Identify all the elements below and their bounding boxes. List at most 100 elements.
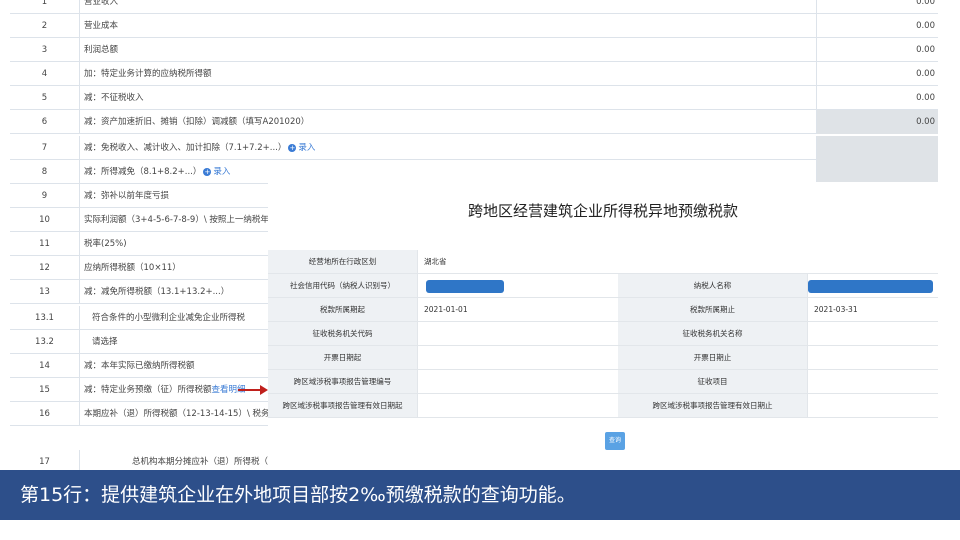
table-row: 2 营业成本 0.00 xyxy=(10,14,938,38)
row-number: 3 xyxy=(10,38,80,62)
redacted-taxpayer-name xyxy=(808,280,933,293)
row-value: 0.00 xyxy=(816,14,938,38)
row-value xyxy=(816,160,938,184)
row-number: 5 xyxy=(10,86,80,110)
label-valid-end: 跨区域涉税事项报告管理有效日期止 xyxy=(618,394,808,418)
row-label: 减：弥补以前年度亏损 xyxy=(84,184,169,208)
row-label-text: 减：弥补以前年度亏损 xyxy=(84,191,170,201)
row-number: 7 xyxy=(10,136,80,160)
row-label: 营业收入 xyxy=(84,0,118,14)
levy-item-input[interactable] xyxy=(808,370,938,394)
row-number: 14 xyxy=(10,354,80,378)
row-label: 减：不征税收入 xyxy=(84,86,144,110)
row-label: 减：本年实际已缴纳所得税额 xyxy=(84,354,195,378)
table-row: 7 减：免税收入、减计收入、加计扣除（7.1+7.2+...） + 录入 xyxy=(10,136,938,160)
redacted-credit-code xyxy=(426,280,504,293)
label-credit-code: 社会信用代码（纳税人识别号） xyxy=(268,274,418,298)
row-value: 0.00 xyxy=(816,86,938,110)
row-label: 实际利润额（3+4-5-6-7-8-9）\ 按照上一纳税年度 xyxy=(84,208,277,232)
table-row: 1 营业收入 0.00 xyxy=(10,0,938,14)
row-value xyxy=(816,136,938,160)
row-label-text: 营业收入 xyxy=(84,0,119,7)
row-value: 0.00 xyxy=(816,38,938,62)
row-link[interactable]: 录入 xyxy=(213,167,230,177)
period-end-input[interactable]: 2021-03-31 xyxy=(808,298,938,322)
prepaid-tax-query-panel: 跨地区经营建筑企业所得税异地预缴税款 经营地所在行政区划 湖北省 社会信用代码（… xyxy=(268,182,938,460)
row-label: 税率(25%) xyxy=(84,232,127,256)
row-label: 减：免税收入、减计收入、加计扣除（7.1+7.2+...） + 录入 xyxy=(84,136,315,160)
plus-icon[interactable]: + xyxy=(203,167,212,176)
row-number: 13.1 xyxy=(10,306,80,330)
row-label-text: 减：所得减免（8.1+8.2+...） xyxy=(84,167,202,177)
table-row: 3 利润总额 0.00 xyxy=(10,38,938,62)
row-number: 2 xyxy=(10,14,80,38)
row-label: 减：减免所得税额（13.1+13.2+...） xyxy=(84,280,229,304)
row-label: 营业成本 xyxy=(84,14,118,38)
plus-icon[interactable]: + xyxy=(288,143,297,152)
query-button[interactable]: 查询 xyxy=(605,432,625,450)
row-link[interactable]: 录入 xyxy=(298,143,315,153)
label-issue-date-end: 开票日期止 xyxy=(618,346,808,370)
row-label: 减：资产加速折旧、摊销（扣除）调减额（填写A201020） xyxy=(84,110,309,134)
row-label: 本期应补（退）所得税额（12-13-14-15）\ 税务机 xyxy=(84,402,278,426)
label-cert-no: 跨区域涉税事项报告管理编号 xyxy=(268,370,418,394)
row-label: 减：特定业务预缴（征）所得税额查看明细 xyxy=(84,378,246,402)
row-label: 利润总额 xyxy=(84,38,118,62)
tax-office-name-input[interactable] xyxy=(808,322,938,346)
row-label-text: 利润总额 xyxy=(84,45,119,55)
issue-date-input[interactable] xyxy=(418,346,618,370)
row-number: 12 xyxy=(10,256,80,280)
row-number: 4 xyxy=(10,62,80,86)
table-row: 6 减：资产加速折旧、摊销（扣除）调减额（填写A201020） 0.00 xyxy=(10,110,938,134)
row-label-text: 营业成本 xyxy=(84,21,119,31)
row-label-text: 请选择 xyxy=(92,337,118,347)
region-value[interactable]: 湖北省 xyxy=(418,250,938,274)
row-label-text: 加：特定业务计算的应纳税所得额 xyxy=(84,69,212,79)
row-label-text: 减：免税收入、减计收入、加计扣除（7.1+7.2+...） xyxy=(84,143,287,153)
row-label-text: 减：资产加速折旧、摊销（扣除）调减额（填写A201020） xyxy=(84,117,310,127)
tax-office-code-input[interactable] xyxy=(418,322,618,346)
caption-banner: 第15行：提供建筑企业在外地项目部按2‰预缴税款的查询功能。 xyxy=(0,470,960,520)
row-label-text: 符合条件的小型微利企业减免企业所得税 xyxy=(92,313,246,323)
row-number: 13 xyxy=(10,280,80,304)
label-levy-item: 征收项目 xyxy=(618,370,808,394)
row-label: 请选择 xyxy=(92,330,118,354)
table-row: 4 加：特定业务计算的应纳税所得额 0.00 xyxy=(10,62,938,86)
label-taxpayer-name: 纳税人名称 xyxy=(618,274,808,298)
valid-end-input[interactable] xyxy=(808,394,938,418)
row-value: 0.00 xyxy=(816,62,938,86)
row-number: 13.2 xyxy=(10,330,80,354)
row-label-text: 本期应补（退）所得税额（12-13-14-15）\ 税务机 xyxy=(84,409,279,419)
row-number: 10 xyxy=(10,208,80,232)
cert-no-input[interactable] xyxy=(418,370,618,394)
table-row: 8 减：所得减免（8.1+8.2+...） + 录入 xyxy=(10,160,938,184)
row-label-text: 减：不征税收入 xyxy=(84,93,144,103)
row-number: 8 xyxy=(10,160,80,184)
period-start-input[interactable]: 2021-01-01 xyxy=(418,298,618,322)
bottom-strip xyxy=(0,520,960,540)
issue-date-end-input[interactable] xyxy=(808,346,938,370)
row-label: 符合条件的小型微利企业减免企业所得税 xyxy=(92,306,245,330)
label-valid-start: 跨区域涉税事项报告管理有效日期起 xyxy=(268,394,418,418)
row-label-text: 税率(25%) xyxy=(84,239,127,249)
label-period-start: 税款所属期起 xyxy=(268,298,418,322)
row-number: 6 xyxy=(10,110,80,134)
label-issue-date: 开票日期起 xyxy=(268,346,418,370)
row-number: 15 xyxy=(10,378,80,402)
row-value: 0.00 xyxy=(816,110,938,134)
row-label-text: 应纳所得税额（10×11） xyxy=(84,263,181,273)
row-label-text: 减：特定业务预缴（征）所得税额 xyxy=(84,385,212,395)
label-tax-office-code: 征收税务机关代码 xyxy=(268,322,418,346)
panel-title: 跨地区经营建筑企业所得税异地预缴税款 xyxy=(467,202,738,220)
row-label-text: 总机构本期分摊应补（退）所得税（ xyxy=(132,457,269,467)
row-label: 应纳所得税额（10×11） xyxy=(84,256,181,280)
row-label-text: 减：减免所得税额（13.1+13.2+...） xyxy=(84,287,230,297)
caption-text: 第15行：提供建筑企业在外地项目部按2‰预缴税款的查询功能。 xyxy=(20,484,576,506)
row-value: 0.00 xyxy=(816,0,938,14)
label-region: 经营地所在行政区划 xyxy=(268,250,418,274)
valid-start-input[interactable] xyxy=(418,394,618,418)
row-label-text: 实际利润额（3+4-5-6-7-8-9）\ 按照上一纳税年度 xyxy=(84,215,278,225)
red-arrow-icon xyxy=(238,385,268,395)
row-number: 1 xyxy=(10,0,80,14)
table-row: 5 减：不征税收入 0.00 xyxy=(10,86,938,110)
